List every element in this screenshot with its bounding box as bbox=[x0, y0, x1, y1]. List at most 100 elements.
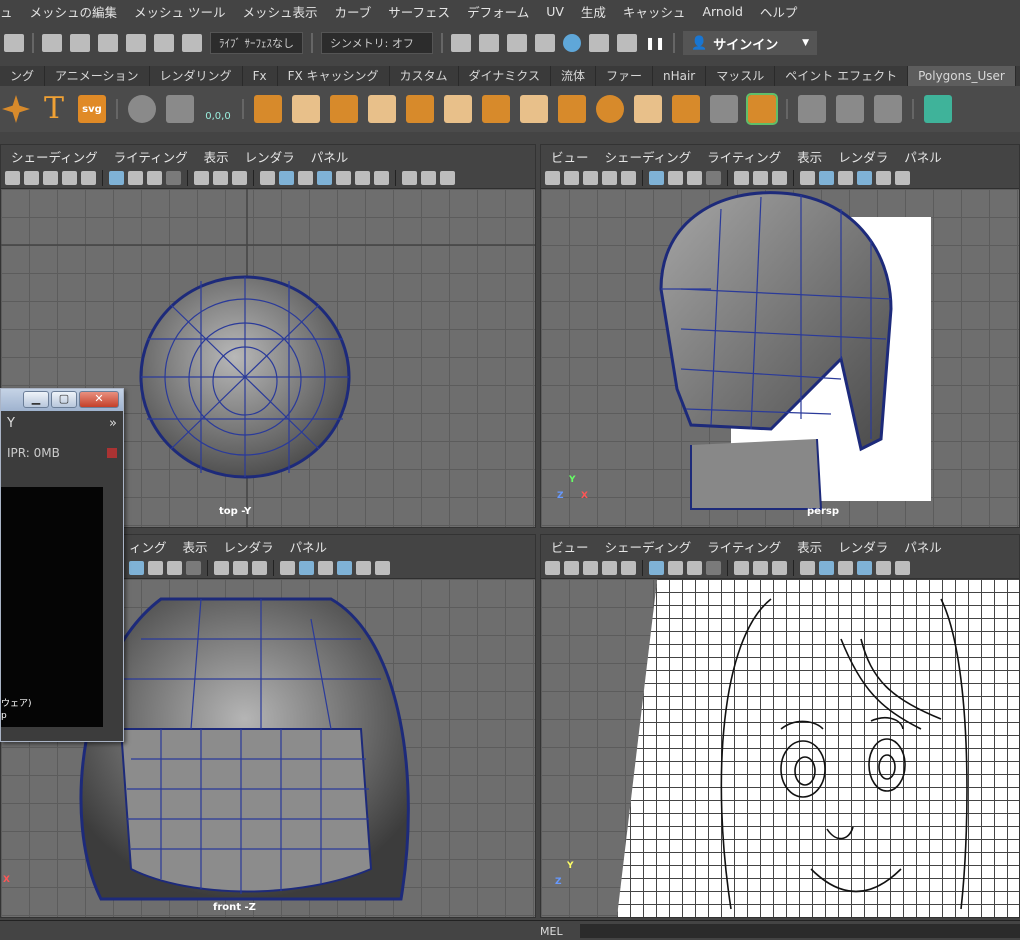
smooth-shade-icon[interactable] bbox=[279, 170, 294, 185]
tab-paint-effects[interactable]: ペイント エフェクト bbox=[775, 66, 909, 86]
camera-attr-icon[interactable] bbox=[564, 170, 579, 185]
grid-icon[interactable] bbox=[649, 560, 664, 575]
panel-menu-renderer[interactable]: レンダラ bbox=[245, 147, 295, 166]
smooth-icon[interactable] bbox=[368, 95, 396, 123]
mel-label[interactable]: MEL bbox=[540, 925, 563, 938]
panel-menu-view[interactable]: ビュー bbox=[551, 537, 589, 556]
maximize-button[interactable]: ▢ bbox=[51, 391, 77, 408]
target-weld-icon[interactable] bbox=[596, 95, 624, 123]
safe-title-icon[interactable] bbox=[252, 560, 267, 575]
field-chart-icon[interactable] bbox=[214, 560, 229, 575]
image-plane-icon[interactable] bbox=[62, 170, 77, 185]
resolution-gate-icon[interactable] bbox=[687, 560, 702, 575]
snap-plane-icon[interactable] bbox=[182, 34, 202, 52]
panel-menu-lighting[interactable]: ライティング bbox=[707, 537, 781, 556]
wireframe-on-shaded-icon[interactable] bbox=[317, 170, 332, 185]
grid-icon[interactable] bbox=[129, 560, 144, 575]
tab-custom[interactable]: カスタム bbox=[390, 66, 459, 86]
flat-shade-icon[interactable] bbox=[838, 170, 853, 185]
xray-joints-icon[interactable] bbox=[440, 170, 455, 185]
safe-title-icon[interactable] bbox=[772, 170, 787, 185]
film-gate-icon[interactable] bbox=[148, 560, 163, 575]
multi-cut-icon[interactable] bbox=[558, 95, 586, 123]
svg-tool-icon[interactable]: svg bbox=[78, 95, 106, 123]
grid-icon[interactable] bbox=[649, 170, 664, 185]
wireframe-icon[interactable] bbox=[800, 170, 815, 185]
panel-menu-shading[interactable]: シェーディング bbox=[605, 537, 692, 556]
field-chart-icon[interactable] bbox=[734, 560, 749, 575]
select-tool-icon[interactable] bbox=[4, 34, 24, 52]
wireframe-icon[interactable] bbox=[800, 560, 815, 575]
safe-action-icon[interactable] bbox=[753, 560, 768, 575]
gate-mask-icon[interactable] bbox=[706, 560, 721, 575]
camera-attr-icon[interactable] bbox=[24, 170, 39, 185]
menu-curves[interactable]: カーブ bbox=[335, 2, 372, 21]
textured-icon[interactable] bbox=[336, 170, 351, 185]
fill-hole-icon[interactable] bbox=[746, 93, 778, 125]
gate-mask-icon[interactable] bbox=[166, 170, 181, 185]
image-plane-icon[interactable] bbox=[602, 560, 617, 575]
live-surface-field[interactable]: ﾗｲﾌﾞ ｻｰﾌｪｽなし bbox=[210, 32, 303, 54]
film-gate-icon[interactable] bbox=[668, 560, 683, 575]
bookmark-icon[interactable] bbox=[43, 170, 58, 185]
safe-action-icon[interactable] bbox=[213, 170, 228, 185]
flat-shade-icon[interactable] bbox=[298, 170, 313, 185]
flat-shade-icon[interactable] bbox=[318, 560, 333, 575]
lights-icon[interactable] bbox=[895, 560, 910, 575]
bookmark-icon[interactable] bbox=[583, 560, 598, 575]
field-chart-icon[interactable] bbox=[734, 170, 749, 185]
tab-modeling[interactable]: ング bbox=[0, 66, 46, 86]
mirror-icon[interactable] bbox=[330, 95, 358, 123]
isolate-select-icon[interactable] bbox=[402, 170, 417, 185]
image-plane-icon[interactable] bbox=[602, 170, 617, 185]
viewport-side[interactable]: ビュー シェーディング ライティング 表示 レンダラ パネル Y Z bbox=[540, 534, 1020, 918]
menu-help[interactable]: ヘルプ bbox=[760, 2, 798, 21]
render-frame-icon[interactable] bbox=[451, 34, 471, 52]
tab-nhair[interactable]: nHair bbox=[653, 66, 707, 86]
wireframe-icon[interactable] bbox=[280, 560, 295, 575]
ipr-stop-icon[interactable] bbox=[107, 448, 117, 458]
bookmark-icon[interactable] bbox=[583, 170, 598, 185]
menu-mesh-partial[interactable]: ュ bbox=[0, 2, 13, 21]
2d-pan-icon[interactable] bbox=[621, 170, 636, 185]
paint-icon[interactable] bbox=[874, 95, 902, 123]
render-settings-icon[interactable] bbox=[535, 34, 555, 52]
camera-icon[interactable] bbox=[545, 170, 560, 185]
textured-icon[interactable] bbox=[356, 560, 371, 575]
locator-icon[interactable] bbox=[128, 95, 156, 123]
uv-editor-icon[interactable] bbox=[924, 95, 952, 123]
textured-icon[interactable] bbox=[876, 170, 891, 185]
panel-menu-panels[interactable]: パネル bbox=[290, 537, 328, 556]
panel-menu-renderer[interactable]: レンダラ bbox=[838, 537, 888, 556]
quad-draw-icon[interactable] bbox=[710, 95, 738, 123]
flat-shade-icon[interactable] bbox=[838, 560, 853, 575]
safe-title-icon[interactable] bbox=[232, 170, 247, 185]
combine-icon[interactable] bbox=[254, 95, 282, 123]
separate-icon[interactable] bbox=[292, 95, 320, 123]
window-titlebar[interactable]: ▁ ▢ ✕ bbox=[1, 389, 123, 411]
safe-action-icon[interactable] bbox=[233, 560, 248, 575]
text-tool-icon[interactable]: T bbox=[40, 94, 68, 124]
menu-cache[interactable]: キャッシュ bbox=[623, 2, 686, 21]
panel-menu-renderer[interactable]: レンダラ bbox=[224, 537, 274, 556]
lights-icon[interactable] bbox=[375, 560, 390, 575]
signin-button[interactable]: 👤 サインイン ▼ bbox=[683, 31, 817, 55]
menu-surfaces[interactable]: サーフェス bbox=[388, 2, 450, 21]
menu-arnold[interactable]: Arnold bbox=[702, 4, 742, 19]
star-icon[interactable] bbox=[2, 95, 30, 123]
tab-dynamics[interactable]: ダイナミクス bbox=[459, 66, 551, 86]
snap-view-icon[interactable] bbox=[126, 34, 146, 52]
panel-menu-panels[interactable]: パネル bbox=[311, 147, 349, 166]
command-input[interactable] bbox=[580, 924, 1020, 938]
snap-curve-icon[interactable] bbox=[70, 34, 90, 52]
camera-icon[interactable] bbox=[545, 560, 560, 575]
smooth-shade-icon[interactable] bbox=[299, 560, 314, 575]
bevel-icon[interactable] bbox=[520, 95, 548, 123]
lights-icon[interactable] bbox=[895, 170, 910, 185]
menu-generate[interactable]: 生成 bbox=[581, 2, 606, 21]
expand-icon[interactable]: » bbox=[109, 416, 117, 431]
panel-menu-show[interactable]: 表示 bbox=[797, 147, 822, 166]
panel-menu-panels[interactable]: パネル bbox=[904, 147, 942, 166]
snap-point-icon[interactable] bbox=[98, 34, 118, 52]
viewport-canvas[interactable]: Y Z bbox=[541, 579, 1019, 917]
